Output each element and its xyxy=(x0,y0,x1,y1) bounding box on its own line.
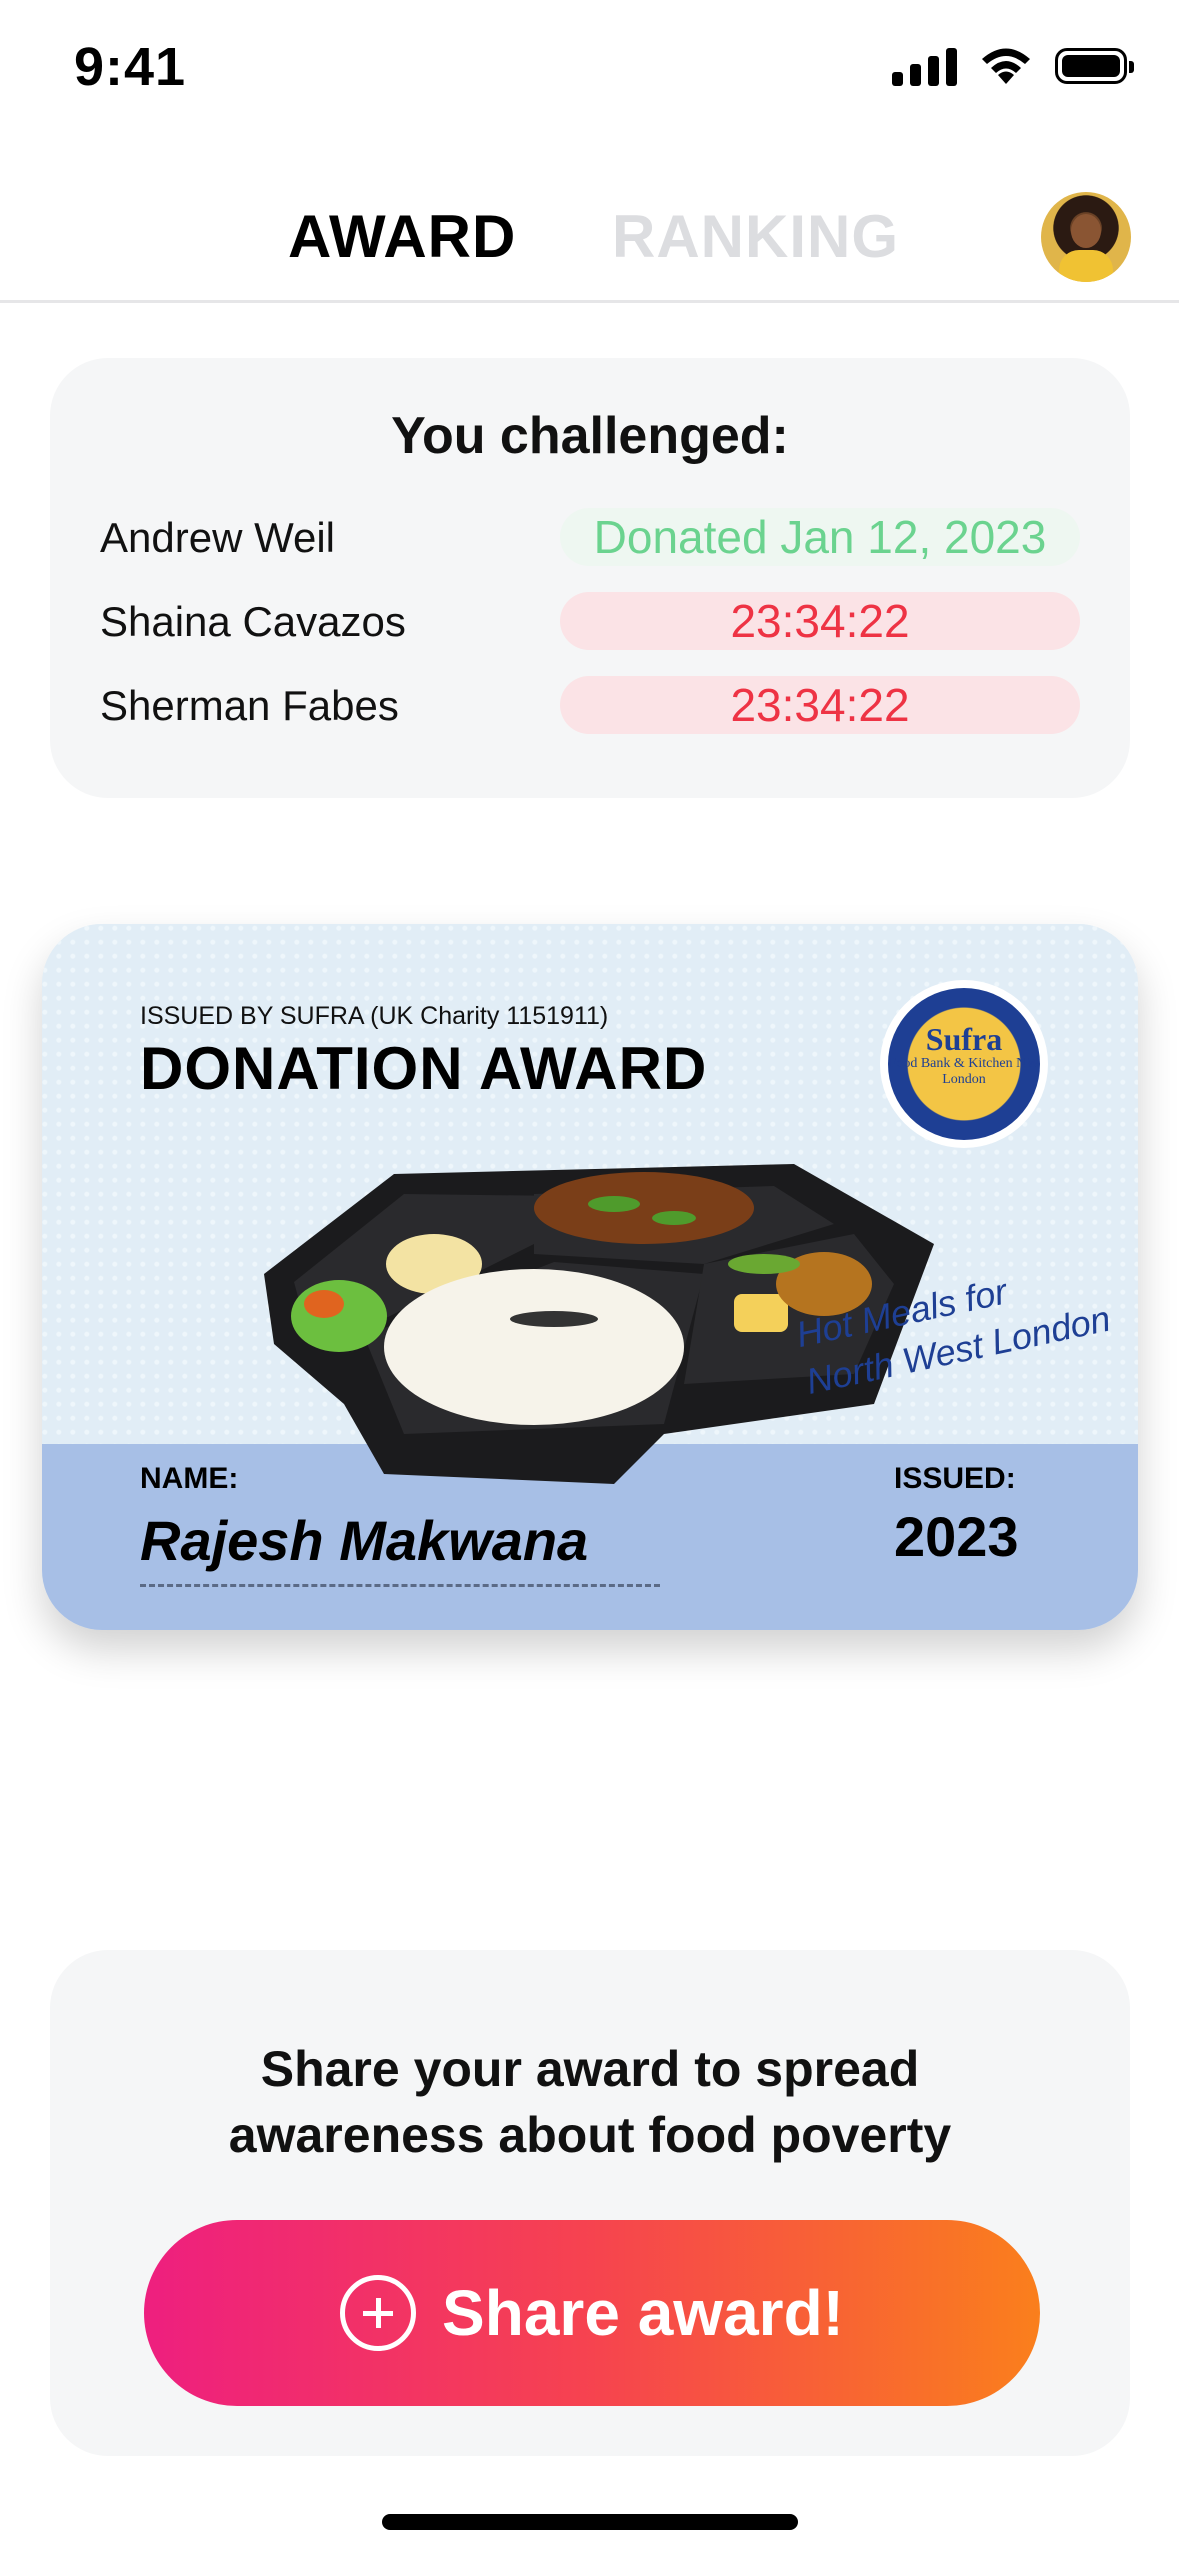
challenge-timer-pill: 23:34:22 xyxy=(560,592,1080,650)
share-award-button[interactable]: Share award! xyxy=(144,2220,1040,2406)
status-icons xyxy=(892,46,1134,86)
share-card: Share your award to spread awareness abo… xyxy=(50,1950,1130,2456)
status-time: 9:41 xyxy=(74,37,187,97)
donation-award-card: ISSUED BY SUFRA (UK Charity 1151911) DON… xyxy=(42,924,1138,1630)
tab-ranking[interactable]: RANKING xyxy=(612,202,899,271)
name-signature-line xyxy=(140,1584,660,1587)
challenge-card: You challenged: Andrew Weil Donated Jan … xyxy=(50,358,1130,798)
tab-award[interactable]: AWARD xyxy=(288,202,516,271)
challenge-name: Sherman Fabes xyxy=(100,682,399,729)
challenge-status-pill: Donated Jan 12, 2023 xyxy=(560,508,1080,566)
top-tab-bar: AWARD RANKING xyxy=(0,180,1179,303)
recipient-name: Rajesh Makwana xyxy=(140,1509,589,1572)
home-indicator[interactable] xyxy=(382,2514,798,2530)
plus-circle-icon xyxy=(340,2275,417,2351)
challenge-row: Andrew Weil Donated Jan 12, 2023 xyxy=(100,508,1080,566)
meal-tray-image xyxy=(264,1164,934,1484)
challenge-name: Shaina Cavazos xyxy=(100,598,406,645)
sufra-logo-subtitle: Food Bank & Kitchen NW London xyxy=(888,1056,1040,1087)
profile-avatar[interactable] xyxy=(1041,192,1131,282)
challenge-row: Sherman Fabes 23:34:22 xyxy=(100,676,1080,734)
challenge-name: Andrew Weil xyxy=(100,514,335,561)
wifi-icon xyxy=(982,48,1030,84)
share-award-label: Share award! xyxy=(442,2277,844,2349)
recipient-name-label: NAME: xyxy=(140,1462,239,1495)
issued-label: ISSUED: xyxy=(894,1462,1016,1495)
challenge-title: You challenged: xyxy=(391,407,789,465)
share-message: Share your award to spread awareness abo… xyxy=(50,2036,1130,2168)
challenge-timer-pill: 23:34:22 xyxy=(560,676,1080,734)
challenge-row: Shaina Cavazos 23:34:22 xyxy=(100,592,1080,650)
issued-year: 2023 xyxy=(894,1505,1019,1568)
cellular-signal-icon xyxy=(892,46,957,86)
share-message-line1: Share your award to spread xyxy=(260,2041,920,2097)
status-bar: 9:41 xyxy=(0,0,1179,140)
share-message-line2: awareness about food poverty xyxy=(228,2107,952,2163)
award-title: DONATION AWARD xyxy=(140,1035,708,1102)
battery-icon xyxy=(1055,48,1134,84)
award-issuer: ISSUED BY SUFRA (UK Charity 1151911) xyxy=(140,1002,609,1030)
sufra-logo-title: Sufra xyxy=(925,1021,1003,1057)
